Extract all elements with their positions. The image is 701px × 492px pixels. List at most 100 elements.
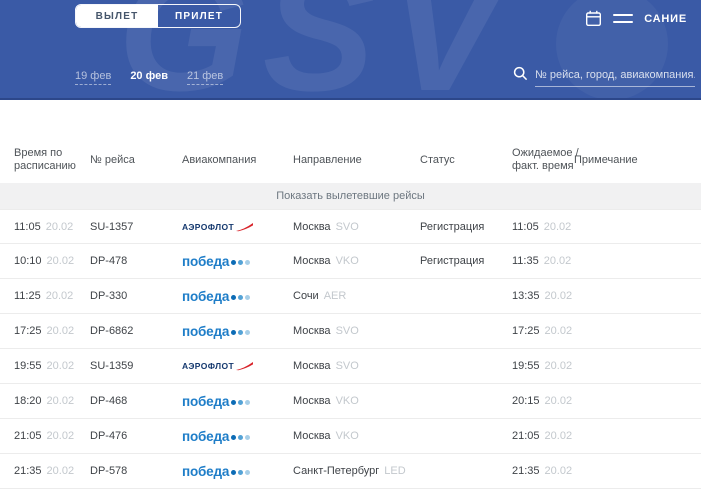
nav-menu-label[interactable]: САНИЕ <box>644 13 687 25</box>
expected-time-cell: 21:3520.02 <box>512 465 574 477</box>
top-navigation: САНИЕ <box>585 10 687 27</box>
date-tab-prev[interactable]: 19 фев <box>75 70 111 85</box>
col-flight-number: № рейса <box>90 154 182 167</box>
col-expected-time: Ожидаемое / факт. время <box>512 147 574 173</box>
pobeda-dots-icon <box>231 400 250 405</box>
flight-row[interactable]: 18:2020.02 DP-468 победа МоскваVKO 20:15… <box>0 384 701 419</box>
airline-cell: АЭРОФЛОТ <box>182 222 293 232</box>
destination-city: Санкт-Петербург <box>293 465 379 477</box>
expected-time-cell: 11:35 20.02 <box>512 255 574 267</box>
scheduled-date: 20.02 <box>47 325 75 337</box>
flight-number: DP-478 <box>90 255 182 267</box>
destination-city: Москва <box>293 255 331 267</box>
scheduled-date: 20.02 <box>47 465 75 477</box>
date-tab-current[interactable]: 20 фев <box>130 70 168 84</box>
pobeda-logo: победа <box>182 289 293 304</box>
scheduled-date: 20.02 <box>47 430 75 442</box>
expected-date: 20.02 <box>545 395 573 407</box>
destination-cell: Сочи AER <box>293 290 420 302</box>
scheduled-time-cell: 11:0520.02 <box>14 221 90 233</box>
flight-number: DP-476 <box>90 430 182 442</box>
destination-city: Москва <box>293 430 331 442</box>
col-airline: Авиакомпания <box>182 154 293 167</box>
scheduled-time: 19:55 <box>14 360 42 372</box>
airport-code: SVO <box>336 325 359 337</box>
destination-cell: МоскваSVO <box>293 360 420 372</box>
status-text: Регистрация <box>420 221 512 233</box>
expected-date: 20.02 <box>545 325 573 337</box>
expected-date: 20.02 <box>544 255 572 267</box>
aeroflot-name: АЭРОФЛОТ <box>182 222 234 232</box>
airline-cell: АЭРОФЛОТ <box>182 361 293 371</box>
hamburger-icon <box>613 14 633 23</box>
airport-code: VKO <box>336 395 359 407</box>
table-body: 11:0520.02 SU-1357 АЭРОФЛОТ МоскваSVO Ре… <box>0 209 701 489</box>
scheduled-time: 21:05 <box>14 430 42 442</box>
destination-cell: Москва SVO <box>293 325 420 337</box>
status-text: Регистрация <box>420 255 512 267</box>
departure-arrival-toggle: ВЫЛЕТ ПРИЛЕТ <box>75 4 241 28</box>
expected-date: 20.02 <box>544 221 572 233</box>
destination-cell: Москва VKO <box>293 255 420 267</box>
flight-row[interactable]: 19:5520.02 SU-1359 АЭРОФЛОТ МоскваSVO 19… <box>0 349 701 384</box>
destination-cell: МоскваVKO <box>293 395 420 407</box>
search-input[interactable] <box>535 69 695 87</box>
pobeda-name: победа <box>182 289 229 304</box>
airport-code: SVO <box>336 360 359 372</box>
expected-time: 11:35 <box>512 255 539 267</box>
pobeda-dots-icon <box>231 260 250 265</box>
airport-code: VKO <box>336 430 359 442</box>
pobeda-logo: победа <box>182 254 293 269</box>
pobeda-name: победа <box>182 254 229 269</box>
date-tab-next[interactable]: 21 фев <box>187 70 223 85</box>
scheduled-time-cell: 17:25 20.02 <box>14 325 90 337</box>
scheduled-time-cell: 19:5520.02 <box>14 360 90 372</box>
flight-number: DP-6862 <box>90 325 182 337</box>
pobeda-name: победа <box>182 394 229 409</box>
tab-departures[interactable]: ВЫЛЕТ <box>76 5 158 27</box>
pobeda-dots-icon <box>231 330 250 335</box>
pobeda-dots-icon <box>231 470 250 475</box>
flight-row[interactable]: 10:1020.02 DP-478 победа Москва VKO Регис… <box>0 244 701 279</box>
airline-cell: победа <box>182 324 293 339</box>
airport-code: AER <box>324 290 347 302</box>
airport-code: VKO <box>336 255 359 267</box>
pobeda-logo: победа <box>182 324 293 339</box>
expected-time-cell: 21:0520.02 <box>512 430 574 442</box>
aeroflot-logo: АЭРОФЛОТ <box>182 361 293 371</box>
flight-row[interactable]: 21:3520.02 DP-578 победа Санкт-Петербург… <box>0 454 701 489</box>
aeroflot-logo: АЭРОФЛОТ <box>182 222 293 232</box>
scheduled-time-cell: 10:1020.02 <box>14 255 90 267</box>
expected-time: 11:05 <box>512 221 539 233</box>
show-departed-flights-button[interactable]: Показать вылетевшие рейсы <box>0 183 701 209</box>
pobeda-name: победа <box>182 324 229 339</box>
airport-code: LED <box>384 465 405 477</box>
flight-number: DP-330 <box>90 290 182 302</box>
flight-search <box>513 66 695 87</box>
scheduled-time: 11:05 <box>14 221 41 233</box>
flight-row[interactable]: 17:25 20.02 DP-6862 победа Москва SVO 17:2… <box>0 314 701 349</box>
menu-button[interactable] <box>613 14 633 23</box>
aeroflot-flag-icon <box>236 222 254 232</box>
airline-cell: победа <box>182 464 293 479</box>
destination-city: Москва <box>293 325 331 337</box>
scheduled-time: 21:35 <box>14 465 42 477</box>
flight-row[interactable]: 21:0520.02 DP-476 победа МоскваVKO 21:05… <box>0 419 701 454</box>
expected-date: 20.02 <box>545 430 573 442</box>
flight-row[interactable]: 11:2520.02 DP-330 победа СочиAER 13:3520… <box>0 279 701 314</box>
destination-cell: Санкт-Петербург LED <box>293 465 420 477</box>
expected-time-cell: 11:05 20.02 <box>512 221 574 233</box>
table-header: Время по расписанию № рейса Авиакомпания… <box>0 100 701 183</box>
destination-city: Сочи <box>293 290 319 302</box>
calendar-button[interactable] <box>585 10 602 27</box>
expected-time: 20:15 <box>512 395 540 407</box>
scheduled-time: 17:25 <box>14 325 42 337</box>
tab-arrivals[interactable]: ПРИЛЕТ <box>158 5 240 27</box>
pobeda-logo: победа <box>182 394 293 409</box>
expected-time-cell: 13:3520.02 <box>512 290 574 302</box>
airline-cell: победа <box>182 394 293 409</box>
flight-row[interactable]: 11:0520.02 SU-1357 АЭРОФЛОТ МоскваSVO Ре… <box>0 209 701 244</box>
scheduled-time: 11:25 <box>14 290 41 302</box>
pobeda-dots-icon <box>231 295 250 300</box>
calendar-icon <box>585 10 602 27</box>
